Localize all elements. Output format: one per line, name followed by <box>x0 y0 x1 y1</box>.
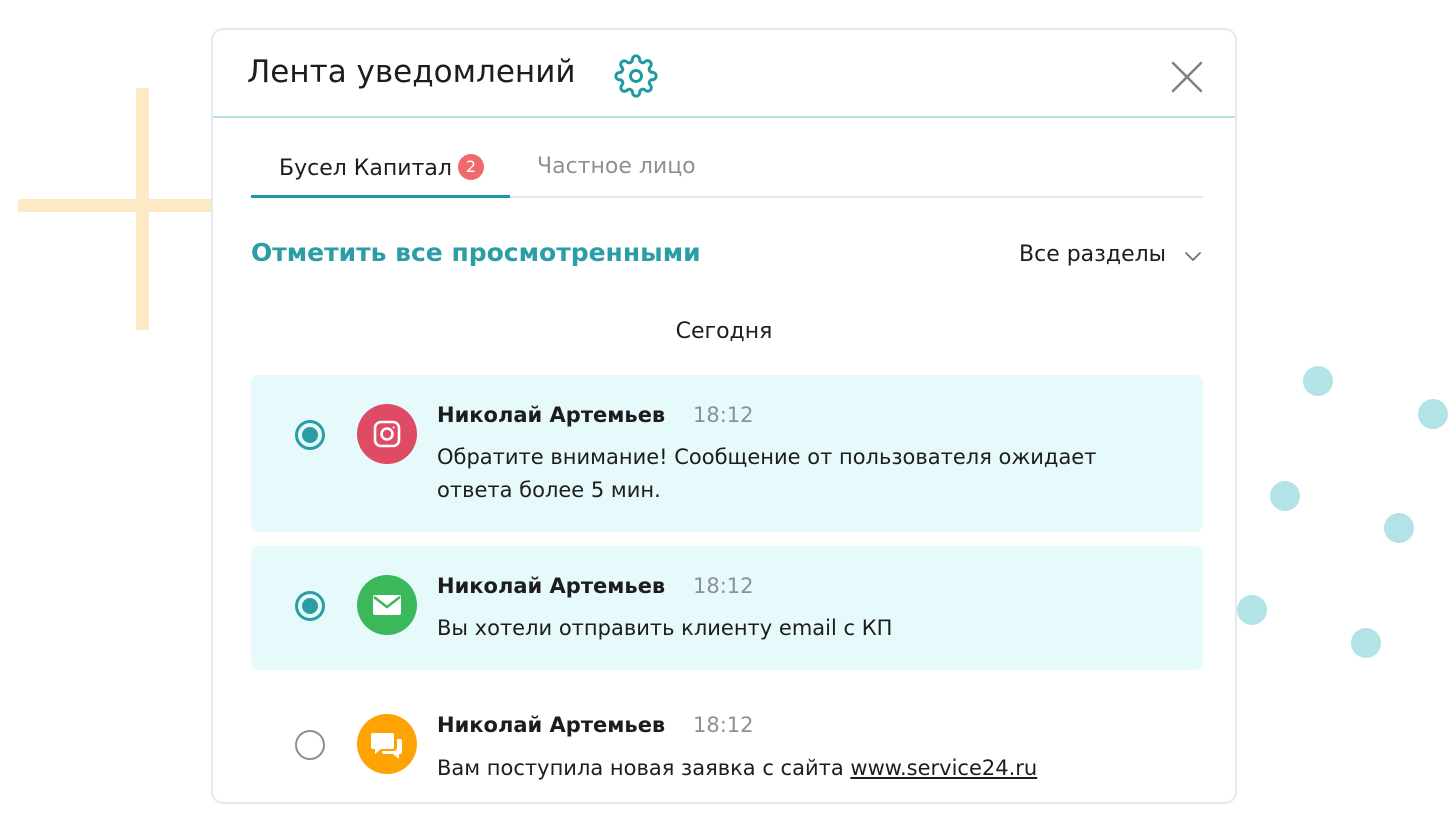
sender-name: Николай Артемьев <box>437 574 666 598</box>
notification-card[interactable]: Николай Артемьев 18:12 Вы хотели отправи… <box>251 546 1203 670</box>
notification-time: 18:12 <box>693 403 754 427</box>
website-link[interactable]: www.service24.ru <box>850 756 1037 780</box>
decor-dot <box>1418 399 1448 429</box>
notification-text: Вы хотели отправить клиенту email с КП <box>437 616 893 640</box>
notification-card[interactable]: Николай Артемьев 18:12 Обратите внимание… <box>251 375 1203 532</box>
mark-all-read-link[interactable]: Отметить все просмотренными <box>251 238 701 267</box>
section-filter-dropdown[interactable]: Все разделы <box>1019 242 1166 267</box>
notification-time: 18:12 <box>693 713 754 737</box>
unread-count-badge: 2 <box>457 154 484 180</box>
chat-icon <box>357 714 417 774</box>
decor-dot <box>1351 628 1381 658</box>
sender-name: Николай Артемьев <box>437 713 666 737</box>
read-status-radio[interactable] <box>295 420 325 450</box>
instagram-icon <box>357 404 417 464</box>
notification-text-body: Вам поступила новая заявка с сайта <box>437 756 851 780</box>
notification-card[interactable]: Николай Артемьев 18:12 Вам поступила нов… <box>251 684 1203 802</box>
panel-title: Лента уведомлений <box>247 54 576 90</box>
tab-busel-kapital[interactable]: Бусел Капитал 2 <box>279 154 484 181</box>
decor-dot <box>1384 513 1414 543</box>
notifications-panel: Лента уведомлений Бусел Капитал 2 Частное… <box>211 28 1237 804</box>
decor-cross-horizontal <box>18 199 218 212</box>
read-status-radio[interactable] <box>295 730 325 760</box>
mail-icon <box>357 575 417 635</box>
gear-icon[interactable] <box>614 54 658 98</box>
date-group-label: Сегодня <box>675 319 773 344</box>
close-icon[interactable] <box>1167 57 1207 97</box>
tab-bar: Бусел Капитал 2 Частное лицо <box>251 140 1203 198</box>
notification-text: Обратите внимание! Сообщение от пользова… <box>437 445 1097 502</box>
notification-time: 18:12 <box>693 574 754 598</box>
tab-label: Бусел Капитал <box>279 156 452 181</box>
tab-private-person[interactable]: Частное лицо <box>537 154 696 179</box>
notification-text: Вам поступила новая заявка с сайта www.s… <box>437 752 1157 785</box>
decor-dot <box>1237 595 1267 625</box>
decor-dot <box>1270 481 1300 511</box>
read-status-radio[interactable] <box>295 591 325 621</box>
panel-header: Лента уведомлений <box>213 30 1235 118</box>
sender-name: Николай Артемьев <box>437 403 666 427</box>
decor-dot <box>1303 366 1333 396</box>
active-tab-indicator <box>251 195 510 198</box>
chevron-down-icon[interactable] <box>1183 250 1203 264</box>
